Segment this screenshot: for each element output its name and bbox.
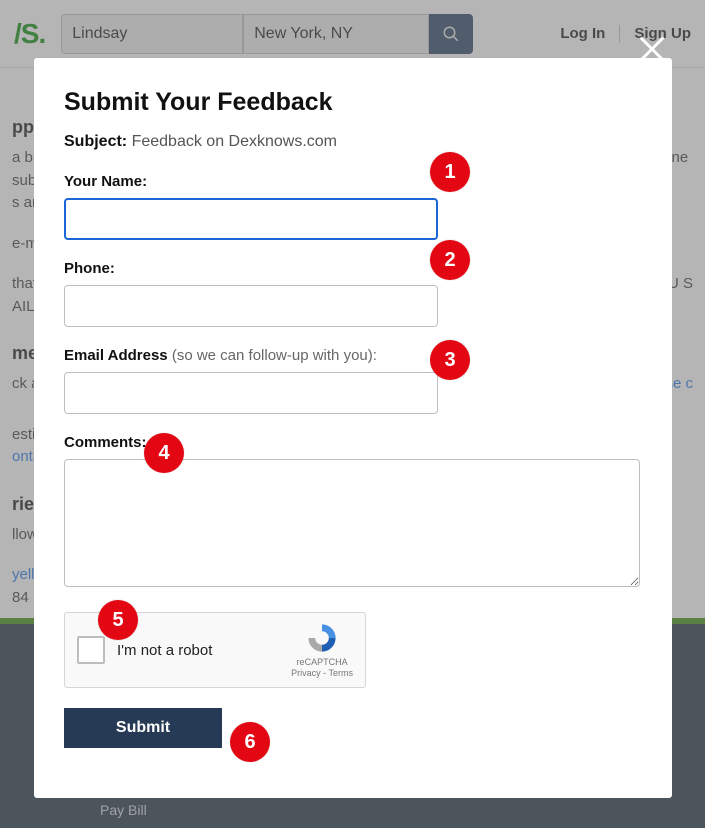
name-label: Your Name: bbox=[64, 173, 642, 190]
phone-field: Phone: bbox=[64, 260, 642, 327]
recaptcha-checkbox[interactable] bbox=[77, 636, 105, 664]
annotation-badge-1: 1 bbox=[430, 152, 470, 192]
annotation-badge-3: 3 bbox=[430, 340, 470, 380]
subject-value: Feedback on Dexknows.com bbox=[132, 133, 337, 150]
phone-label: Phone: bbox=[64, 260, 642, 277]
feedback-modal: Submit Your Feedback Subject: Feedback o… bbox=[34, 58, 672, 798]
name-field: Your Name: bbox=[64, 173, 642, 240]
annotation-badge-4: 4 bbox=[144, 433, 184, 473]
subject-line: Subject: Feedback on Dexknows.com bbox=[64, 133, 642, 151]
email-field: Email Address (so we can follow-up with … bbox=[64, 347, 642, 414]
annotation-badge-5: 5 bbox=[98, 600, 138, 640]
subject-label: Subject: bbox=[64, 133, 127, 150]
email-label: Email Address (so we can follow-up with … bbox=[64, 347, 642, 364]
phone-input[interactable] bbox=[64, 285, 438, 327]
annotation-badge-6: 6 bbox=[230, 722, 270, 762]
recaptcha-brand: reCAPTCHA Privacy - Terms bbox=[291, 621, 353, 680]
recaptcha-icon bbox=[305, 621, 339, 655]
annotation-badge-2: 2 bbox=[430, 240, 470, 280]
name-input[interactable] bbox=[64, 198, 438, 240]
recaptcha-label: I'm not a robot bbox=[117, 642, 279, 659]
email-input[interactable] bbox=[64, 372, 438, 414]
close-button[interactable] bbox=[635, 32, 669, 66]
close-icon bbox=[635, 32, 669, 66]
modal-title: Submit Your Feedback bbox=[64, 88, 642, 117]
submit-button[interactable]: Submit bbox=[64, 708, 222, 748]
comments-textarea[interactable] bbox=[64, 459, 640, 587]
